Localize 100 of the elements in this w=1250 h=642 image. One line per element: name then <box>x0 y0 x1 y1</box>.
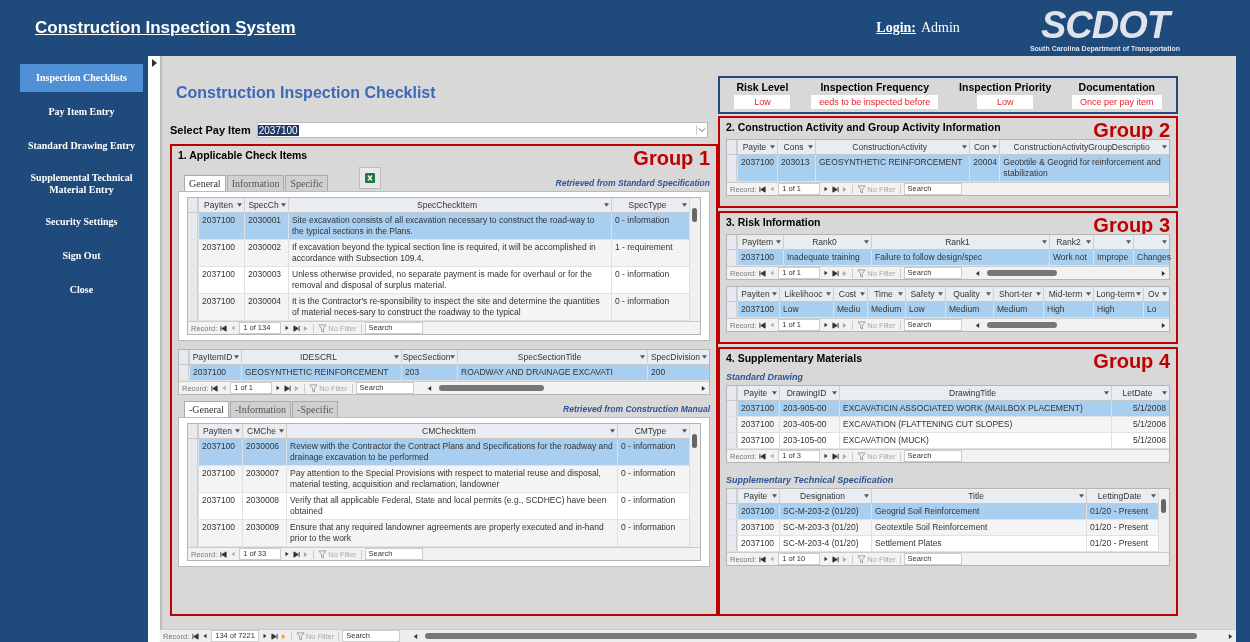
sort-arrow-icon[interactable] <box>772 391 777 395</box>
last-record-icon[interactable] <box>293 324 301 332</box>
table-row[interactable]: 2037100 2030004 It is the Contractor's re-sponsibility to inspect the site and determine the quantities of material neces-sary to construct the roadway to the typical 0 - information <box>188 294 689 321</box>
sort-arrow-icon[interactable] <box>986 292 991 296</box>
column-header[interactable]: Title <box>871 489 1086 503</box>
horizontal-scrollbar[interactable] <box>413 632 1233 640</box>
sort-arrow-icon[interactable] <box>860 292 865 296</box>
horizontal-scrollbar[interactable] <box>974 321 1166 329</box>
sort-arrow-icon[interactable] <box>279 429 284 433</box>
column-header[interactable]: Cons <box>777 140 815 154</box>
sort-arrow-icon[interactable] <box>772 494 777 498</box>
first-record-icon[interactable] <box>759 321 767 329</box>
horizontal-scrollbar[interactable] <box>974 269 1166 277</box>
first-record-icon[interactable] <box>759 185 767 193</box>
column-header[interactable]: SpecSection <box>401 350 457 364</box>
table-row[interactable]: 2037100 SC-M-203-2 (01/20) Geogrid Soil Reinforcement 01/20 - Present <box>727 504 1158 520</box>
next-record-icon[interactable] <box>823 453 830 459</box>
sort-arrow-icon[interactable] <box>1104 391 1109 395</box>
sort-arrow-icon[interactable] <box>898 292 903 296</box>
sort-arrow-icon[interactable] <box>1126 240 1131 244</box>
sort-arrow-icon[interactable] <box>640 355 645 359</box>
sort-arrow-icon[interactable] <box>281 203 286 207</box>
table-row[interactable]: 2037100 GEOSYNTHETIC REINFORCEMENT 203 ROADWAY AND DRAINAGE EXCAVATI 200 <box>179 365 709 381</box>
next-record-icon[interactable] <box>284 551 291 557</box>
table-row[interactable]: 2037100 2030002 If excavation beyond the typical section line is required, it will be accomplished in accordance with Subsection 109.4. 1 - requirement <box>188 240 689 267</box>
sort-arrow-icon[interactable] <box>237 203 242 207</box>
sort-arrow-icon[interactable] <box>682 203 687 207</box>
tab[interactable]: -Specific <box>292 401 339 417</box>
column-header[interactable]: SpecCh <box>244 198 288 212</box>
column-header[interactable]: Rank1 <box>871 235 1049 249</box>
sidebar-item[interactable]: Sign Out <box>20 242 143 270</box>
column-header[interactable]: Safety <box>905 287 945 301</box>
table-row[interactable]: 2037100 203013 GEOSYNTHETIC REINFORCEMENT 20004 Geotxtile & Geogrid for reinforcement and stabilization <box>727 155 1169 182</box>
sort-arrow-icon[interactable] <box>1042 240 1047 244</box>
sort-arrow-icon[interactable] <box>234 355 239 359</box>
table-row[interactable]: 2037100 2030003 Unless otherwise provided, no separate payment is made for overhaul or for the removal and disposal of surplus material. 0 - information <box>188 267 689 294</box>
tab[interactable]: Information <box>226 175 285 191</box>
scroll-right-icon[interactable] <box>1161 322 1166 328</box>
sort-arrow-icon[interactable] <box>864 240 869 244</box>
horizontal-scrollbar[interactable] <box>426 384 706 392</box>
column-header[interactable]: PayIten <box>198 198 244 212</box>
sort-arrow-icon[interactable] <box>682 429 687 433</box>
sort-arrow-icon[interactable] <box>235 429 240 433</box>
first-record-icon[interactable] <box>211 384 219 392</box>
scroll-left-icon[interactable] <box>974 270 980 276</box>
next-record-icon[interactable] <box>823 322 830 328</box>
sort-arrow-icon[interactable] <box>776 240 781 244</box>
table-row[interactable]: 2037100 SC-M-203-3 (01/20) Geotextile Soil Reinforcement 01/20 - Present <box>727 520 1158 536</box>
sort-arrow-icon[interactable] <box>1079 494 1084 498</box>
column-header[interactable]: Quality <box>945 287 993 301</box>
sidebar-item[interactable]: Security Settings <box>20 208 143 236</box>
last-record-icon[interactable] <box>832 269 840 277</box>
column-header[interactable]: ConstructionActivityGroupDescriptio <box>999 140 1169 154</box>
scroll-left-icon[interactable] <box>426 385 432 391</box>
column-header[interactable]: Designation <box>779 489 871 503</box>
pay-item-dropdown[interactable]: 2037100 <box>256 122 708 138</box>
column-header[interactable]: LetDate <box>1111 386 1169 400</box>
vertical-scrollbar[interactable] <box>689 198 700 321</box>
sort-arrow-icon[interactable] <box>1086 240 1091 244</box>
sort-arrow-icon[interactable] <box>1136 292 1141 296</box>
column-header[interactable]: PayItemID <box>189 350 241 364</box>
scroll-right-icon[interactable] <box>701 385 706 391</box>
table-row[interactable]: 2037100 203-905-00 EXCAVATICIN ASSOCIATED WORK (MAILBOX PLACEMENT) 5/1/2008 <box>727 401 1169 417</box>
first-record-icon[interactable] <box>192 632 200 640</box>
scroll-left-icon[interactable] <box>974 322 980 328</box>
column-header[interactable]: Mid-term <box>1043 287 1093 301</box>
first-record-icon[interactable] <box>759 452 767 460</box>
column-header[interactable]: CMCheckItem <box>286 424 617 438</box>
column-header[interactable]: Ov <box>1143 287 1169 301</box>
column-header[interactable]: Payiten <box>737 287 779 301</box>
last-record-icon[interactable] <box>832 452 840 460</box>
column-header[interactable]: Payite <box>737 386 779 400</box>
last-record-icon[interactable] <box>293 550 301 558</box>
column-header[interactable]: IDESCRL <box>241 350 401 364</box>
column-header[interactable]: Long-term <box>1093 287 1143 301</box>
table-row[interactable]: 2037100 2030008 Verify that all applicable Federal, State and local permits (e.g., SCDHEC) have been obtained 0 - information <box>188 493 689 520</box>
first-record-icon[interactable] <box>759 269 767 277</box>
expand-arrow-icon[interactable] <box>152 59 157 67</box>
sort-arrow-icon[interactable] <box>1162 391 1167 395</box>
last-record-icon[interactable] <box>832 321 840 329</box>
first-record-icon[interactable] <box>220 550 228 558</box>
last-record-icon[interactable] <box>832 555 840 563</box>
sort-arrow-icon[interactable] <box>1036 292 1041 296</box>
tab[interactable]: -Information <box>230 401 292 417</box>
table-row[interactable]: 2037100 2030001 Site excavation consists of all excavation necessary to construct the road-way to the typical sections in the Plans. 0 - information <box>188 213 689 240</box>
column-header[interactable]: SpecDivision <box>647 350 709 364</box>
sort-arrow-icon[interactable] <box>772 292 777 296</box>
vertical-scrollbar[interactable] <box>1158 489 1169 552</box>
sort-arrow-icon[interactable] <box>808 145 813 149</box>
column-header[interactable]: Likelihooc <box>779 287 833 301</box>
sort-arrow-icon[interactable] <box>450 355 455 359</box>
table-row[interactable]: 2037100 2030006 Review with the Contractor the Contract Plans and Specifications for the roadway and drainage excavation to be performed 0 - information <box>188 439 689 466</box>
tab[interactable]: -General <box>184 401 229 417</box>
sort-arrow-icon[interactable] <box>702 355 707 359</box>
sort-arrow-icon[interactable] <box>992 145 998 149</box>
vertical-scrollbar[interactable] <box>689 424 700 547</box>
table-row[interactable]: 2037100 2030007 Pay attention to the Special Provisions with respect to material reuse and disposal, material testing, acquisition and reclamation, landowner 0 - information <box>188 466 689 493</box>
column-header[interactable]: SpecSectionTitle <box>457 350 647 364</box>
column-header[interactable]: DrawingID <box>779 386 839 400</box>
sort-arrow-icon[interactable] <box>604 203 609 207</box>
